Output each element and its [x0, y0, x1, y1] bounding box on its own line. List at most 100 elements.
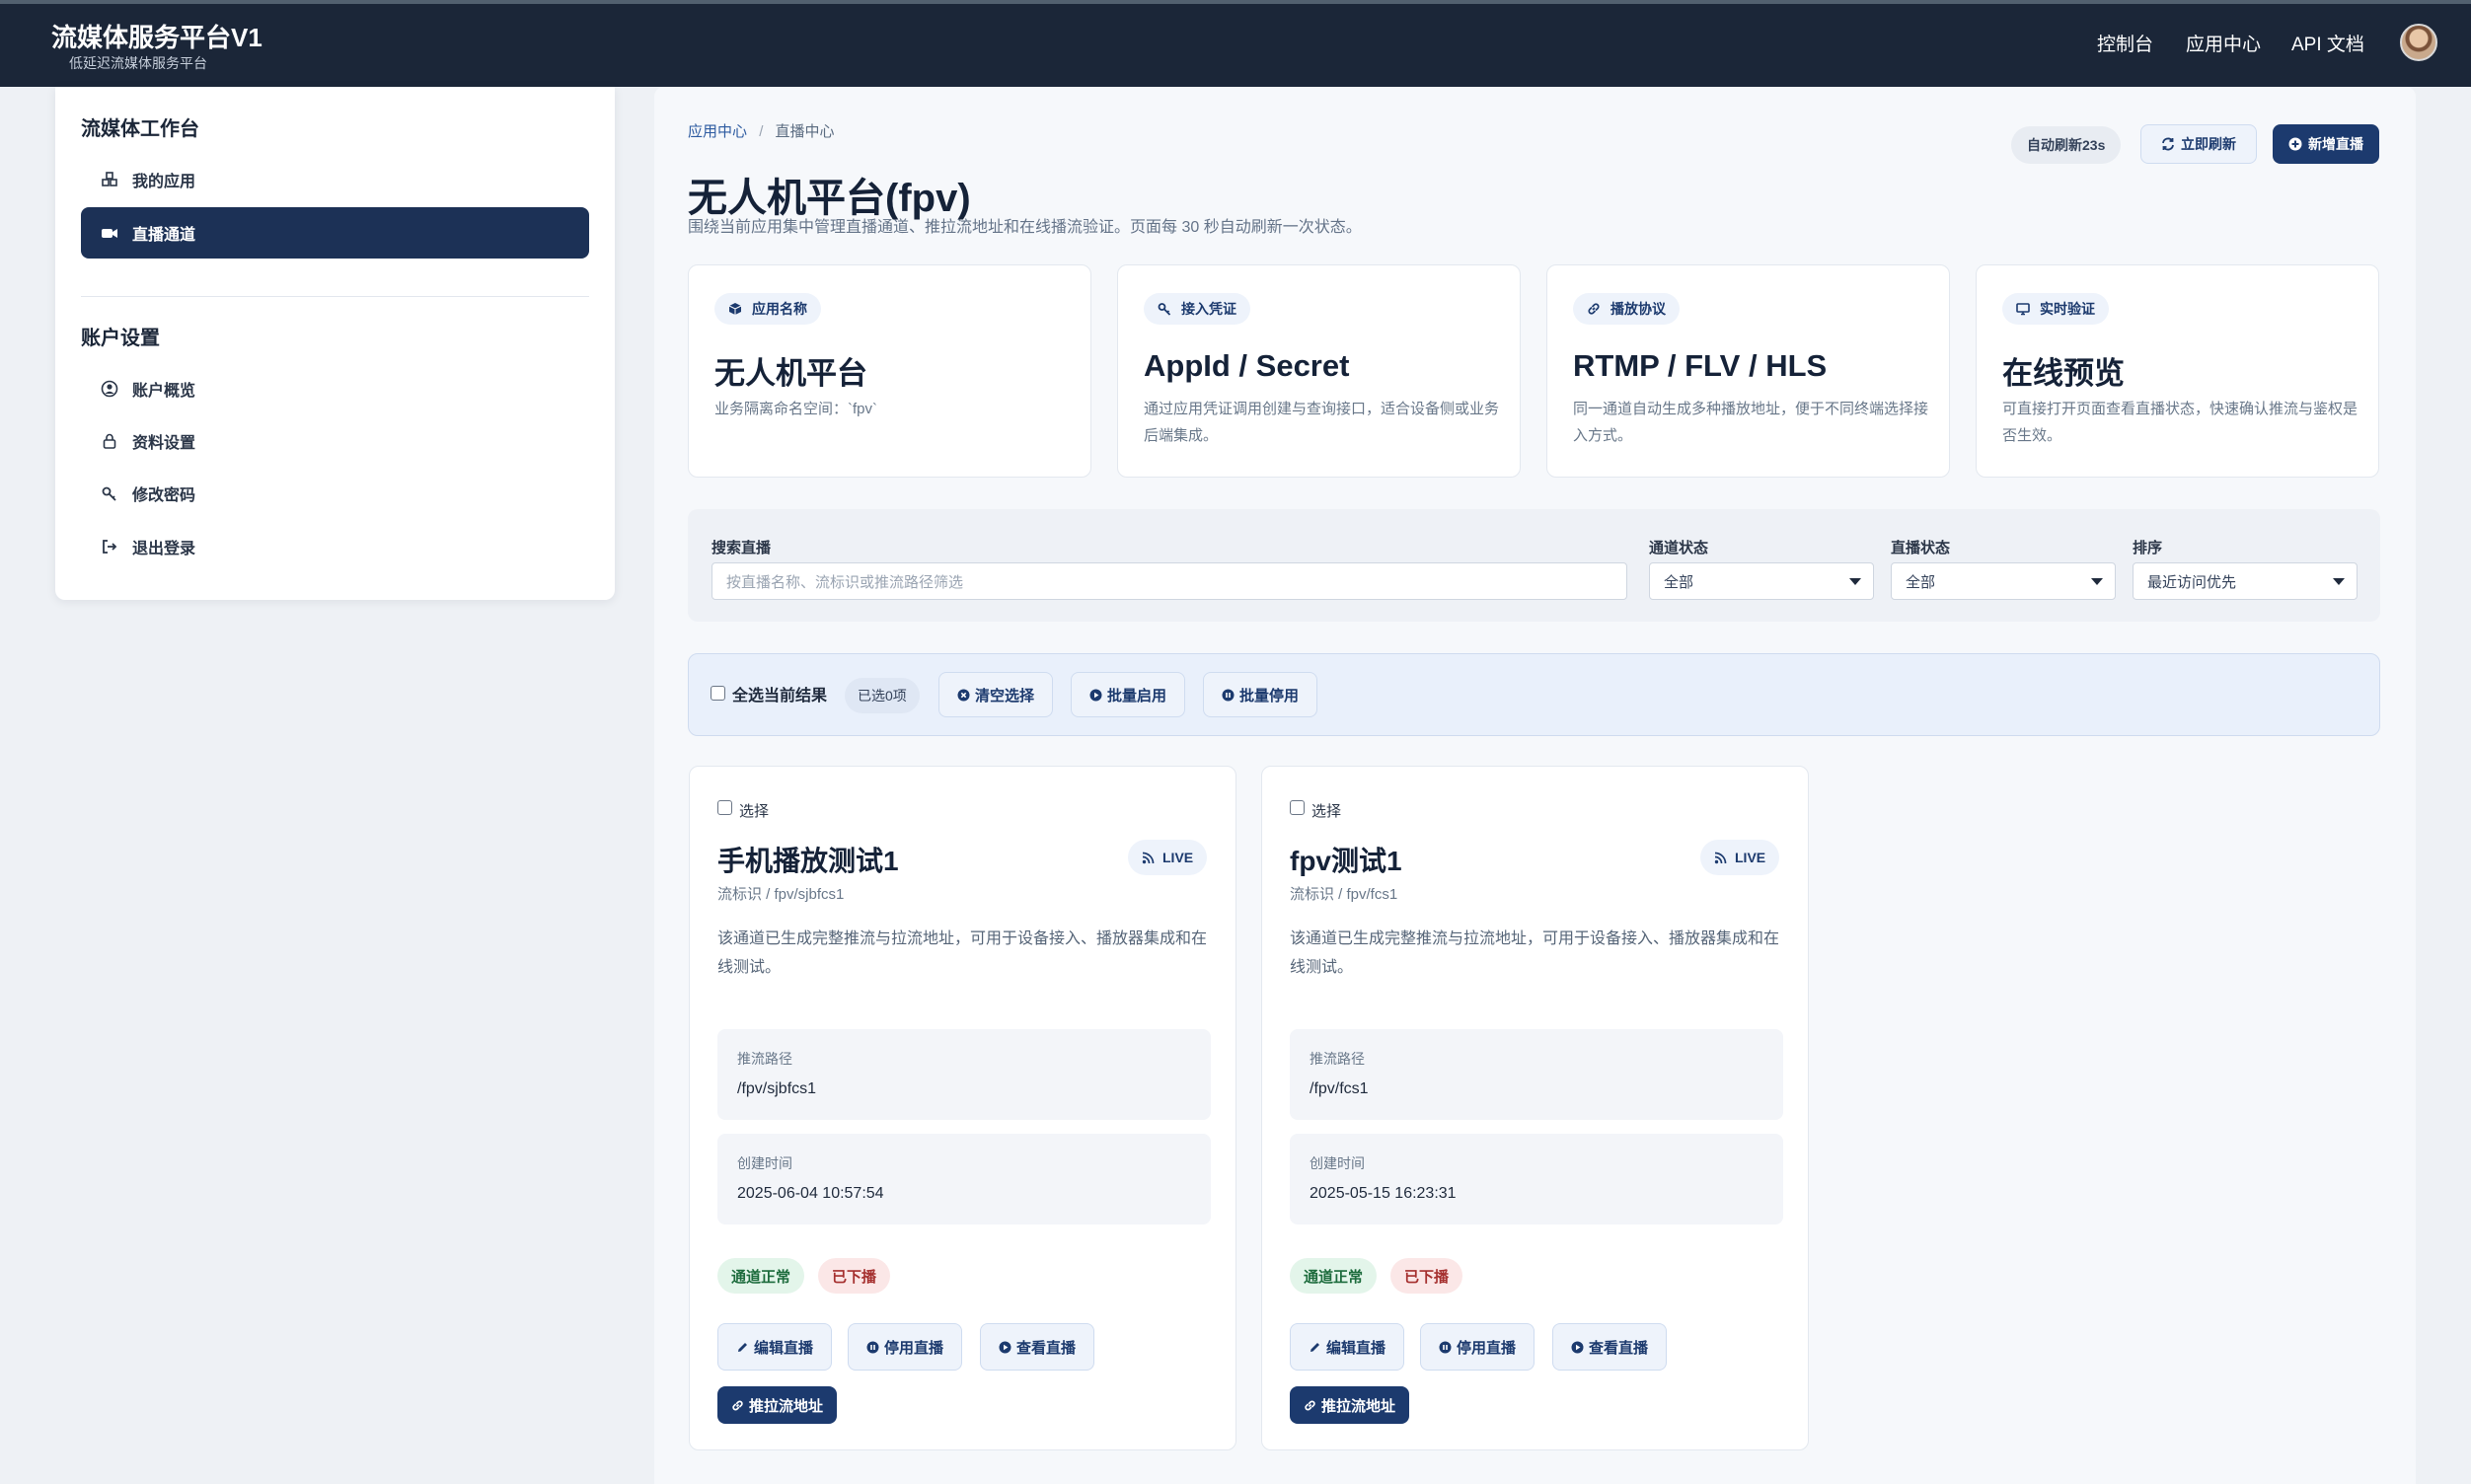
feature-description: 同一通道自动生成多种播放地址，便于不同终端选择接入方式。 [1573, 401, 1929, 444]
feature-badge: 播放协议 [1573, 293, 1680, 325]
sidebar-item-label: 修改密码 [132, 487, 196, 504]
created-time-value: 2025-05-15 16:23:31 [1310, 1185, 1457, 1202]
stream-card: 选择 手机播放测试1 LIVE 流标识 / fpv/sjbfcs1 该通道已生成… [689, 766, 1236, 1450]
sort-select[interactable]: 最近访问优先 [2133, 562, 2358, 600]
search-input[interactable]: 按直播名称、流标识或推流路径筛选 [711, 562, 1627, 600]
live-badge-label: LIVE [1162, 850, 1194, 865]
breadcrumb-link[interactable]: 应用中心 [688, 123, 747, 140]
bulk-enable-label: 批量启用 [1107, 687, 1167, 705]
channel-status-label: 通道状态 [1649, 540, 1709, 556]
user-circle-icon [101, 380, 118, 398]
video-camera-icon [102, 229, 117, 238]
nav-dashboard[interactable]: 控制台 [2097, 30, 2153, 56]
stream-description: 该通道已生成完整推流与拉流地址，可用于设备接入、播放器集成和在线测试。 [717, 930, 1208, 976]
stream-name: fpv测试1 [1290, 846, 1402, 876]
feature-description: 可直接打开页面查看直播状态，快速确认推流与鉴权是否生效。 [2002, 401, 2359, 444]
sidebar-item-logout[interactable]: 退出登录 [81, 521, 589, 572]
feature-title: RTMP / FLV / HLS [1573, 348, 1828, 383]
card-select-checkbox[interactable] [717, 800, 732, 815]
feature-badge-label: 播放协议 [1610, 301, 1666, 317]
card-select-label: 选择 [1311, 803, 1342, 820]
bulk-enable-button[interactable]: 批量启用 [1071, 672, 1186, 717]
edit-stream-label: 编辑直播 [754, 1339, 814, 1357]
live-status-badge: 已下播 [1390, 1258, 1463, 1294]
stop-stream-button[interactable]: 停用直播 [848, 1323, 963, 1371]
refresh-now-label: 立即刷新 [2181, 136, 2236, 152]
stream-card: 选择 fpv测试1 LIVE 流标识 / fpv/fcs1 该通道已生成完整推流… [1261, 766, 1809, 1450]
sidebar-item-label: 我的应用 [132, 174, 196, 190]
plus-circle-icon [2288, 137, 2302, 151]
sidebar-item-account-overview[interactable]: 账户概览 [81, 363, 589, 414]
edit-stream-button[interactable]: 编辑直播 [1290, 1323, 1405, 1371]
sidebar-item-label: 账户概览 [132, 383, 196, 400]
sidebar-item-label: 直播通道 [132, 227, 196, 244]
select-all-label[interactable]: 全选当前结果 [732, 682, 827, 705]
card-select-checkbox[interactable] [1290, 800, 1305, 815]
rss-icon [1142, 852, 1155, 863]
sort-label: 排序 [2133, 540, 2163, 556]
sidebar-heading-workspace: 流媒体工作台 [81, 118, 199, 140]
brand-title[interactable]: 流媒体服务平台V1 [51, 18, 262, 54]
sidebar-item-label: 资料设置 [132, 435, 196, 452]
stop-stream-button[interactable]: 停用直播 [1420, 1323, 1535, 1371]
chevron-down-icon [2333, 578, 2345, 585]
edit-stream-button[interactable]: 编辑直播 [717, 1323, 833, 1371]
channel-status-value: 全部 [1664, 573, 1694, 591]
select-all-checkbox[interactable] [711, 686, 725, 701]
sidebar-heading-account: 账户设置 [81, 328, 160, 349]
feature-badge: 实时验证 [2002, 293, 2109, 325]
monitor-icon [2016, 303, 2030, 316]
play-circle-icon [1089, 689, 1102, 701]
sidebar-item-change-password[interactable]: 修改密码 [81, 468, 589, 519]
sidebar-item-my-apps[interactable]: 我的应用 [81, 154, 589, 205]
push-path-box: 推流路径 /fpv/sjbfcs1 [717, 1029, 1211, 1120]
feature-description: 业务隔离命名空间：`fpv` [714, 401, 878, 417]
push-path-value: /fpv/fcs1 [1310, 1080, 1369, 1097]
created-time-label: 创建时间 [1310, 1155, 1365, 1171]
live-status-label: 直播状态 [1891, 540, 1951, 556]
stop-stream-label: 停用直播 [1457, 1339, 1517, 1357]
nav-app-center[interactable]: 应用中心 [2186, 30, 2261, 56]
search-label: 搜索直播 [711, 540, 772, 556]
new-stream-button[interactable]: 新增直播 [2273, 124, 2379, 164]
push-path-value: /fpv/sjbfcs1 [737, 1080, 817, 1097]
lock-icon [103, 433, 116, 449]
sort-value: 最近访问优先 [2147, 573, 2237, 591]
card-select[interactable]: 选择 [717, 800, 769, 821]
channel-status-select[interactable]: 全部 [1649, 562, 1874, 600]
avatar[interactable] [2400, 24, 2437, 61]
pause-circle-icon [866, 1341, 879, 1353]
live-status-select[interactable]: 全部 [1891, 562, 2116, 600]
push-path-box: 推流路径 /fpv/fcs1 [1290, 1029, 1783, 1120]
created-time-value: 2025-06-04 10:57:54 [737, 1185, 884, 1202]
card-select[interactable]: 选择 [1290, 800, 1341, 821]
nav-api-docs[interactable]: API 文档 [2291, 30, 2364, 56]
pencil-icon [738, 1342, 747, 1352]
sign-out-icon [103, 540, 117, 554]
play-circle-icon [1571, 1341, 1584, 1353]
view-stream-button[interactable]: 查看直播 [1552, 1323, 1668, 1371]
sidebar-item-profile[interactable]: 资料设置 [81, 415, 589, 467]
view-stream-button[interactable]: 查看直播 [980, 1323, 1095, 1371]
pause-circle-icon [1222, 689, 1235, 701]
feature-description: 通过应用凭证调用创建与查询接口，适合设备侧或业务后端集成。 [1144, 401, 1500, 444]
stream-urls-button[interactable]: 推拉流地址 [1290, 1386, 1410, 1424]
top-navbar: 流媒体服务平台V1 低延迟流媒体服务平台 控制台 应用中心 API 文档 [0, 0, 2471, 87]
sidebar-divider [81, 296, 589, 297]
sidebar-item-live-channels[interactable]: 直播通道 [81, 207, 589, 259]
stream-urls-button[interactable]: 推拉流地址 [717, 1386, 838, 1424]
clear-selection-button[interactable]: 清空选择 [938, 672, 1054, 717]
feature-title: 在线预览 [2002, 356, 2125, 391]
breadcrumb-separator: / [759, 123, 764, 140]
feature-title: 无人机平台 [714, 356, 867, 391]
feature-card-app-name: 应用名称 无人机平台 业务隔离命名空间：`fpv` [688, 264, 1091, 478]
pause-circle-icon [1439, 1341, 1452, 1353]
edit-stream-label: 编辑直播 [1326, 1339, 1386, 1357]
link-icon [1588, 303, 1600, 315]
sidebar-item-label: 退出登录 [132, 541, 196, 557]
chevron-down-icon [1849, 578, 1861, 585]
refresh-now-button[interactable]: 立即刷新 [2140, 124, 2257, 164]
bulk-disable-button[interactable]: 批量停用 [1203, 672, 1318, 717]
times-circle-icon [957, 689, 970, 701]
feature-badge-label: 接入凭证 [1181, 301, 1236, 317]
